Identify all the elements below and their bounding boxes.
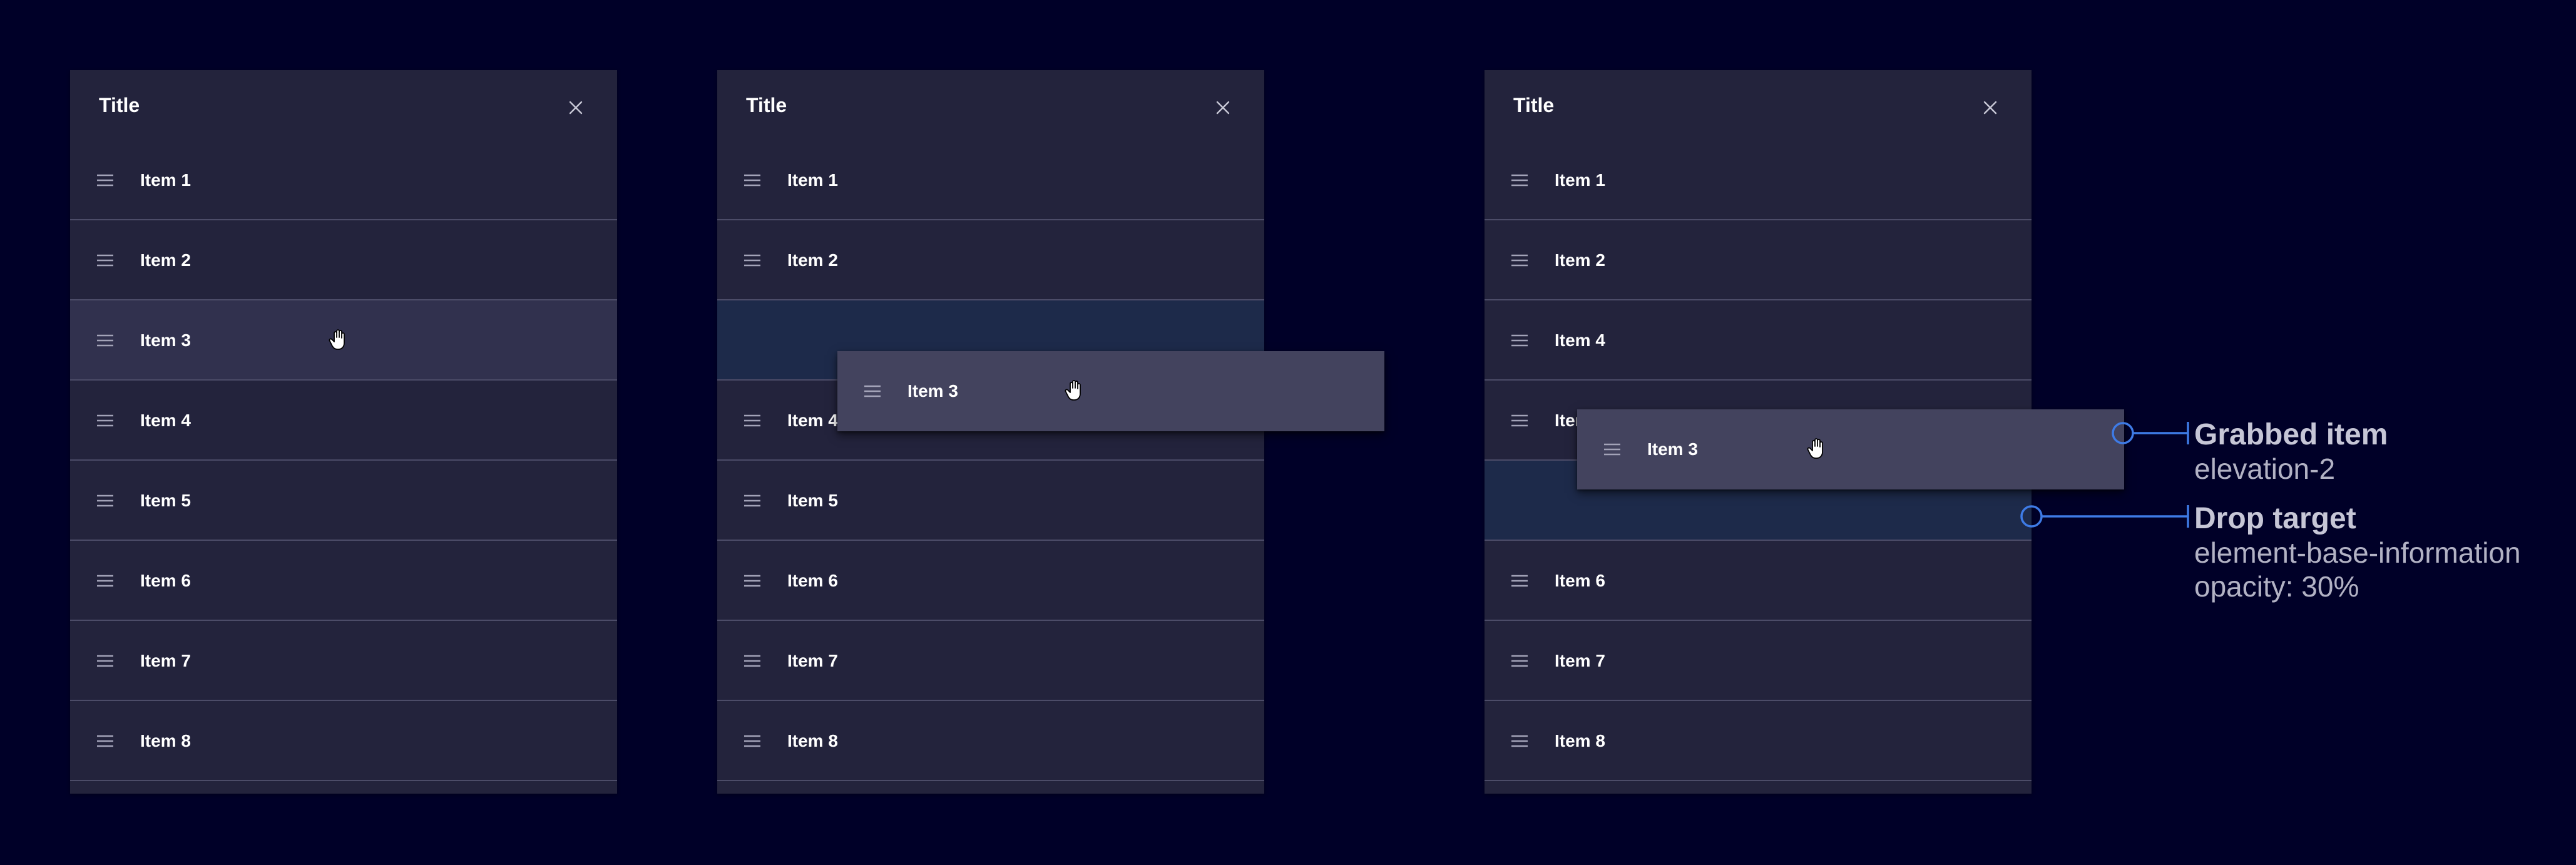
list-item-label: Item 1 [1555, 170, 1605, 190]
list-item[interactable]: Item 8 [70, 701, 617, 781]
drag-handle-icon[interactable] [95, 651, 115, 671]
grabbed-item[interactable]: Item 3 [837, 351, 1384, 431]
drag-handle-icon[interactable] [742, 170, 762, 190]
drag-handle-icon[interactable] [1510, 170, 1530, 190]
list-item[interactable]: Item 1 [717, 140, 1264, 220]
grabbed-item-connector [2112, 422, 2189, 444]
list-item-label: Item 5 [787, 491, 838, 510]
drag-handle-icon[interactable] [1510, 731, 1530, 751]
panel-header: Title [717, 70, 1264, 140]
panel-header: Title [1485, 70, 2032, 140]
grab-hand-cursor-icon [1806, 437, 1827, 461]
drag-handle-icon[interactable] [95, 731, 115, 751]
list-panel-resting: Title Item 1 Item 2 Item 3 Item 4 Item 5… [70, 70, 617, 794]
list-item[interactable]: Item 1 [70, 140, 617, 220]
list-item-label: Item 6 [140, 571, 191, 590]
list-item-label: Item 5 [140, 491, 191, 510]
list-item[interactable]: Item 7 [70, 621, 617, 701]
drop-target-connector [2020, 505, 2189, 528]
list-item-label: Item 8 [140, 731, 191, 750]
list-item-label: Item 2 [1555, 250, 1605, 270]
close-icon [1216, 101, 1230, 115]
list-item-label: Item 2 [787, 250, 838, 270]
drag-handle-icon[interactable] [1510, 330, 1530, 351]
list-item[interactable]: Item 6 [70, 541, 617, 621]
grabbed-item[interactable]: Item 3 [1577, 409, 2124, 489]
list-panel-dragging: Title Item 1 Item 2 Item 4 Item 5 Item 6… [717, 70, 1264, 794]
list-item[interactable]: Item 2 [717, 220, 1264, 300]
drag-handle-icon[interactable] [742, 491, 762, 511]
close-button[interactable] [1978, 95, 2003, 120]
annotation-opacity: opacity: 30% [2194, 570, 2359, 603]
drag-handle-icon[interactable] [95, 250, 115, 270]
list-item[interactable]: Item 4 [1485, 300, 2032, 381]
list-item-label: Item 7 [787, 651, 838, 670]
close-button[interactable] [563, 95, 588, 120]
list-item[interactable]: Item 4 [70, 381, 617, 461]
drag-handle-icon[interactable] [742, 250, 762, 270]
drag-handle-icon[interactable] [95, 491, 115, 511]
list-item[interactable]: Item 6 [717, 541, 1264, 621]
drag-handle-icon[interactable] [1602, 439, 1622, 459]
annotation-token: element-base-information [2194, 536, 2521, 569]
grabbed-item-label: Item 3 [907, 381, 958, 401]
panel-header: Title [70, 70, 617, 140]
annotation-grabbed-item: Grabbed item elevation-2 [2194, 418, 2388, 486]
list-item[interactable]: Item 7 [1485, 621, 2032, 701]
annotation-subtitle: elevation-2 [2194, 453, 2336, 485]
grab-hand-cursor-icon [328, 328, 349, 352]
list-item-label: Item 4 [1555, 330, 1605, 350]
panel-title: Title [746, 94, 787, 116]
drag-handle-icon[interactable] [95, 330, 115, 351]
drag-handle-icon[interactable] [742, 651, 762, 671]
drag-handle-icon[interactable] [1510, 250, 1530, 270]
close-icon [1983, 101, 1997, 115]
list-item-label: Item 3 [140, 330, 191, 350]
close-button[interactable] [1210, 95, 1235, 120]
drag-handle-icon[interactable] [862, 381, 882, 401]
list-item-label: Item 8 [787, 731, 838, 750]
grab-hand-cursor-icon [1064, 379, 1085, 402]
list-item-label: Item 4 [140, 411, 191, 430]
drag-handle-icon[interactable] [95, 411, 115, 431]
grabbed-item-label: Item 3 [1647, 439, 1698, 459]
annotation-title: Drop target [2194, 502, 2356, 535]
list-item-label: Item 1 [140, 170, 191, 190]
list-item-label: Item 6 [1555, 571, 1605, 590]
list-item[interactable]: Item 2 [70, 220, 617, 300]
list-item[interactable]: Item 2 [1485, 220, 2032, 300]
annotation-drop-target: Drop target element-base-information opa… [2194, 502, 2521, 603]
list-item-label: Item 7 [1555, 651, 1605, 670]
list-item[interactable]: Item 8 [717, 701, 1264, 781]
list-item-label: Item 1 [787, 170, 838, 190]
list-item[interactable]: Item 6 [1485, 541, 2032, 621]
panel-title: Title [99, 94, 140, 116]
list-item[interactable]: Item 7 [717, 621, 1264, 701]
annotation-title: Grabbed item [2194, 418, 2388, 451]
list-item[interactable]: Item 1 [1485, 140, 2032, 220]
drag-handle-icon[interactable] [742, 731, 762, 751]
list-item-label: Item 8 [1555, 731, 1605, 750]
panel-title: Title [1513, 94, 1555, 116]
list-item-label: Item 2 [140, 250, 191, 270]
close-icon [569, 101, 583, 115]
drag-handle-icon[interactable] [95, 170, 115, 190]
drag-handle-icon[interactable] [1510, 651, 1530, 671]
list-item-label: Item 6 [787, 571, 838, 590]
list-item[interactable]: Item 8 [1485, 701, 2032, 781]
drag-handle-icon[interactable] [1510, 571, 1530, 591]
drag-handle-icon[interactable] [1510, 411, 1530, 431]
drag-handle-icon[interactable] [95, 571, 115, 591]
list-item-label: Item 4 [787, 411, 838, 430]
list-item-label: Item 7 [140, 651, 191, 670]
list-item[interactable]: Item 5 [70, 461, 617, 541]
drag-handle-icon[interactable] [742, 571, 762, 591]
list-item[interactable]: Item 5 [717, 461, 1264, 541]
drag-handle-icon[interactable] [742, 411, 762, 431]
